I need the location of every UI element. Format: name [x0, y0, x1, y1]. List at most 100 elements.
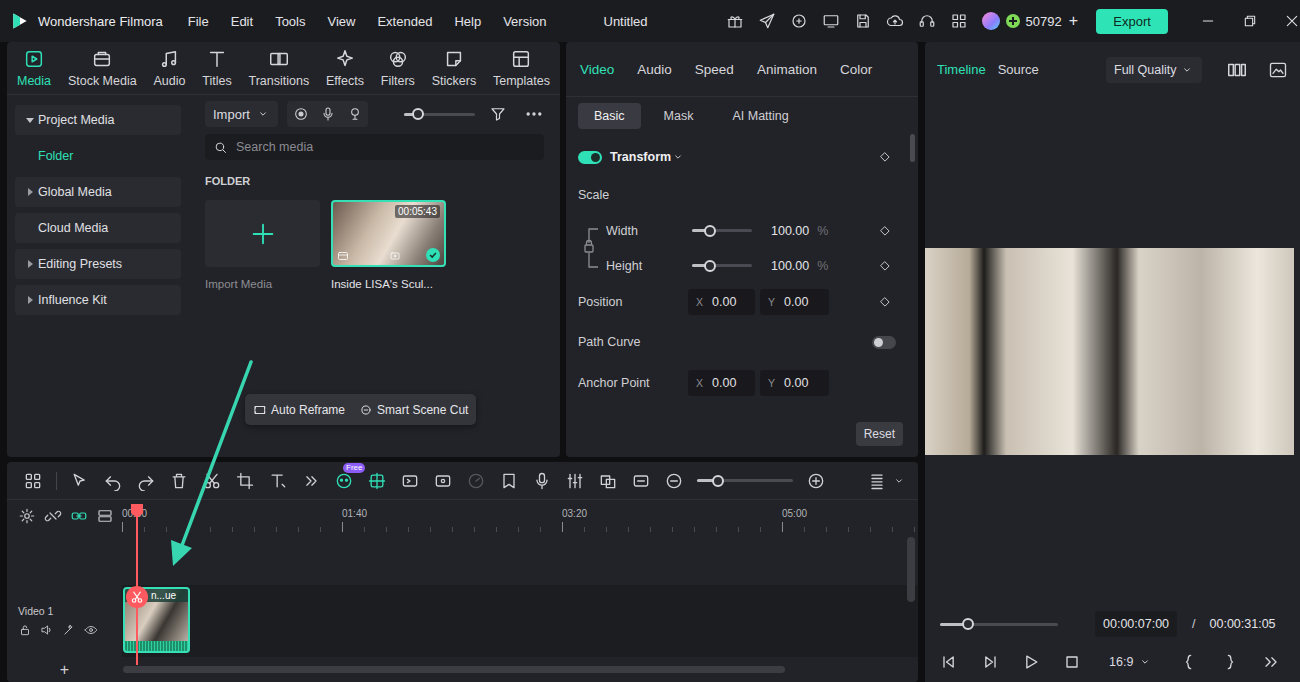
time-ruler[interactable]: 00:0001:4003:2005:00 [122, 500, 918, 532]
lock-icon[interactable] [18, 623, 32, 637]
monitor-icon[interactable] [822, 12, 840, 30]
add-track-button[interactable]: + [7, 661, 122, 679]
search-field[interactable] [236, 140, 544, 154]
send-icon[interactable] [758, 12, 776, 30]
speaker-icon[interactable] [40, 623, 54, 637]
split-icon[interactable] [202, 471, 222, 491]
gift-icon[interactable] [726, 12, 744, 30]
speed-icon[interactable] [466, 471, 486, 491]
media-tab[interactable]: Media [13, 48, 55, 88]
tab-label[interactable]: Audio [153, 74, 185, 88]
scale-slider[interactable] [692, 229, 752, 232]
record-icon[interactable] [293, 106, 309, 122]
dropdown-icon[interactable] [1138, 655, 1152, 669]
minimize-icon[interactable] [1200, 13, 1216, 29]
media-card[interactable]: 00:05:43Inside LISA's Scul... [331, 200, 446, 290]
keyframe-icon[interactable] [878, 259, 892, 273]
collapse-icon[interactable] [671, 150, 685, 164]
scrollbar[interactable] [910, 134, 915, 162]
current-time[interactable]: 00:00:07:00 [1103, 617, 1169, 631]
context-label[interactable]: Smart Scene Cut [377, 403, 468, 417]
stop-icon[interactable] [1062, 652, 1082, 672]
media-label[interactable]: Import Media [205, 278, 320, 290]
more-icon[interactable] [524, 104, 544, 124]
property-subtab[interactable]: AI Matting [716, 103, 804, 129]
sidebar-label[interactable]: Project Media [38, 113, 114, 127]
marker-icon[interactable] [499, 471, 519, 491]
undo-icon[interactable] [103, 471, 123, 491]
headset-icon[interactable] [918, 12, 936, 30]
play-icon[interactable] [1021, 652, 1041, 672]
property-tab[interactable]: Color [840, 62, 872, 77]
cloud-upload-icon[interactable] [886, 12, 904, 30]
ai-copilot-icon[interactable]: Free [334, 471, 354, 491]
import-media-tile[interactable] [205, 200, 320, 267]
caret-icon[interactable] [25, 115, 35, 125]
sidebar-item[interactable]: Editing Presets [15, 249, 181, 279]
media-tab[interactable]: Titles [198, 48, 235, 88]
layout-icon[interactable] [23, 471, 43, 491]
property-tab[interactable]: Video [580, 62, 614, 77]
select-icon[interactable] [70, 471, 90, 491]
sidebar-item[interactable]: Folder [15, 141, 181, 171]
mixer-icon[interactable] [565, 471, 585, 491]
sidebar-item[interactable]: Global Media [15, 177, 181, 207]
slider-knob[interactable] [412, 108, 424, 120]
media-tab[interactable]: Templates [489, 48, 554, 88]
eye-icon[interactable] [84, 623, 98, 637]
x-value[interactable]: 0.00 [712, 376, 736, 390]
x-field[interactable]: X0.00 [688, 289, 755, 315]
sidebar-label[interactable]: Influence Kit [38, 293, 107, 307]
reset-button[interactable]: Reset [856, 422, 903, 446]
mark-in-icon[interactable] [1179, 652, 1199, 672]
tab-label[interactable]: Media [17, 74, 51, 88]
keyframe-icon[interactable] [878, 150, 892, 164]
vertical-scrollbar[interactable] [907, 537, 915, 602]
scene-detect-icon[interactable] [367, 471, 387, 491]
y-value[interactable]: 0.00 [784, 376, 808, 390]
slider-knob[interactable] [704, 260, 716, 272]
context-button[interactable]: Auto Reframe [253, 403, 345, 417]
horizontal-scrollbar[interactable] [123, 666, 785, 673]
aspect-label[interactable]: 16:9 [1109, 655, 1133, 669]
sidebar-label[interactable]: Cloud Media [38, 221, 108, 235]
y-field[interactable]: Y0.00 [760, 289, 829, 315]
tab-label[interactable]: Stock Media [68, 74, 137, 88]
replace-icon[interactable] [598, 471, 618, 491]
menu-item[interactable]: Help [454, 14, 481, 29]
tab-label[interactable]: Templates [493, 74, 550, 88]
import-label[interactable]: Import [213, 107, 250, 122]
tab-label[interactable]: Effects [326, 74, 364, 88]
feedback-icon[interactable] [790, 12, 808, 30]
media-tab[interactable]: Audio [149, 48, 189, 88]
property-subtab[interactable]: Mask [648, 103, 710, 129]
sidebar-label[interactable]: Global Media [38, 185, 112, 199]
split-view-icon[interactable] [1226, 59, 1248, 81]
link-icon[interactable] [70, 507, 88, 525]
progress-slider[interactable] [940, 623, 1058, 626]
sidebar-label[interactable]: Editing Presets [38, 257, 122, 271]
y-field[interactable]: Y0.00 [760, 370, 829, 396]
player-tab[interactable]: Timeline [937, 62, 986, 77]
tab-label[interactable]: Titles [202, 74, 231, 88]
context-label[interactable]: Auto Reframe [271, 403, 345, 417]
sidebar-item[interactable]: Influence Kit [15, 285, 181, 315]
stabilize-icon[interactable] [433, 471, 453, 491]
y-value[interactable]: 0.00 [784, 295, 808, 309]
scale-slider[interactable] [692, 264, 752, 267]
next-frame-icon[interactable] [980, 652, 1000, 672]
player-tab[interactable]: Source [998, 62, 1039, 77]
section-title[interactable]: Transform [610, 150, 671, 164]
zoom-in-icon[interactable] [806, 471, 826, 491]
menu-item[interactable]: Version [503, 14, 546, 29]
current-time-field[interactable]: 00:00:07:00 [1095, 611, 1177, 637]
settings-icon[interactable] [18, 507, 36, 525]
caret-icon[interactable] [25, 187, 35, 197]
track-manager-icon[interactable] [96, 507, 114, 525]
avatar-icon[interactable] [982, 12, 1000, 30]
filter-icon[interactable] [489, 105, 507, 123]
snap-icon[interactable] [631, 471, 651, 491]
dropdown-icon[interactable] [1180, 63, 1194, 77]
x-field[interactable]: X0.00 [688, 370, 755, 396]
property-tab[interactable]: Speed [695, 62, 734, 77]
